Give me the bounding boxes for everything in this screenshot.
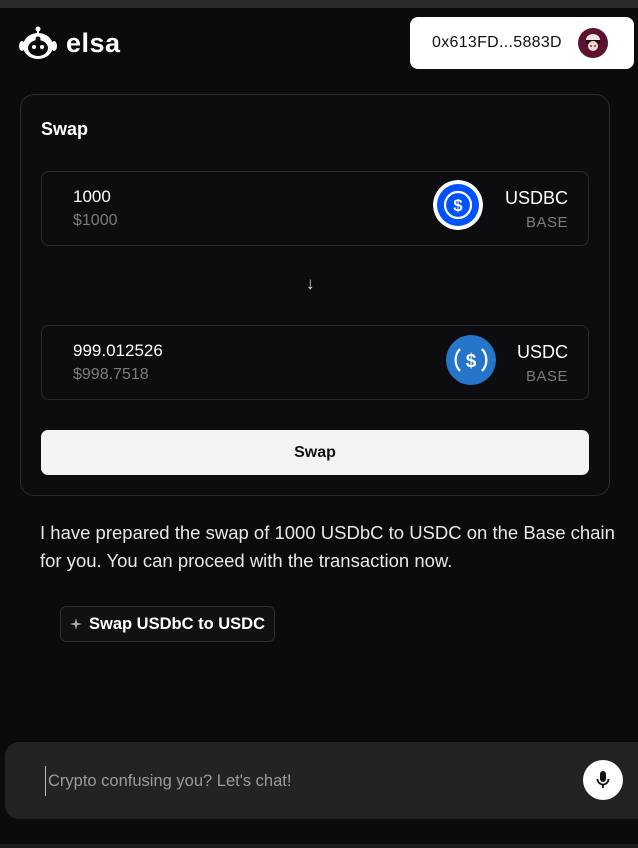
usdc-token-icon: $ [446,335,496,385]
sparkle-icon [70,618,82,630]
app-logo[interactable]: elsa [18,25,121,61]
to-usd-value: $998.7518 [73,366,149,383]
suggestion-chip[interactable]: Swap USDbC to USDC [60,606,276,642]
swap-direction-arrow-icon[interactable]: ↓ [306,274,315,294]
top-strip [0,0,638,8]
wallet-address: 0x613FD...5883D [432,34,562,51]
chat-bar [5,742,638,819]
bottom-divider [0,844,638,848]
wallet-button[interactable]: 0x613FD...5883D [410,17,634,69]
from-amount: 1000 [73,187,111,206]
app-name: elsa [66,27,121,58]
assistant-message: I have prepared the swap of 1000 USDbC t… [40,522,615,571]
microphone-icon [596,771,610,788]
usdbc-token-icon: $ [433,180,483,230]
to-amount: 999.012526 [73,341,163,360]
suggestion-label: Swap USDbC to USDC [89,614,266,633]
microphone-button[interactable] [583,760,623,800]
swap-card-title: Swap [41,119,89,139]
from-token-chain: BASE [525,214,568,231]
swap-button[interactable]: Swap [41,430,589,475]
to-token-chain: BASE [525,368,568,385]
robot-logo-icon [19,26,57,59]
svg-text:$: $ [453,196,463,215]
avatar [577,28,608,58]
from-token-symbol: USDBC [504,188,568,208]
to-token-symbol: USDC [516,342,568,362]
to-token-box[interactable]: 999.012526 $998.7518 $ USDC BASE [41,325,589,400]
from-token-box[interactable]: 1000 $1000 $ USDBC BASE [41,171,589,246]
from-usd-value: $1000 [73,212,118,229]
avatar-face-icon [585,34,600,51]
chat-input[interactable] [45,766,570,796]
svg-text:$: $ [466,351,477,372]
swap-card: Swap 1000 $1000 $ USDBC BASE ↓ 999.01252… [20,94,610,496]
